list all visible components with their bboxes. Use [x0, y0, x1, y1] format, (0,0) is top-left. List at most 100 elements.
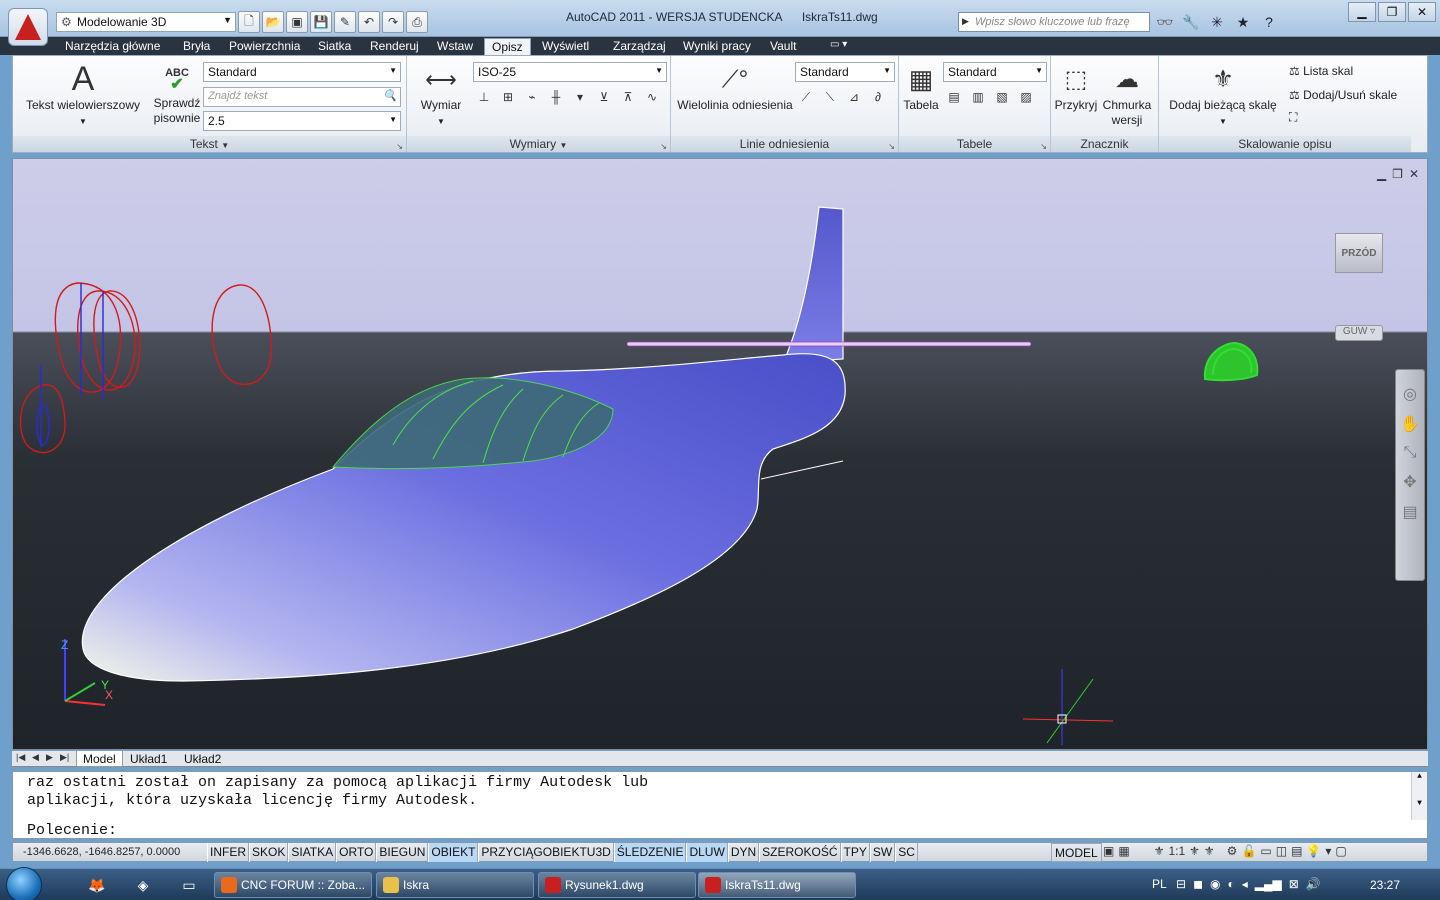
start-button[interactable] — [6, 867, 42, 900]
toggle-ortho[interactable]: ORTO — [336, 843, 377, 862]
toggle-3dosnap[interactable]: PRZYCIĄGOBIEKTU3D — [478, 843, 614, 862]
toggle-lineweight[interactable]: SZEROKOŚĆ — [759, 843, 841, 862]
taskbar-item-iskrats11[interactable]: IskraTs11.dwg — [698, 872, 856, 898]
media-icon[interactable]: ◐ — [1228, 877, 1235, 891]
binoculars-icon[interactable]: 👓 — [1154, 12, 1176, 32]
tab-annotate[interactable]: Opisz — [484, 38, 531, 55]
language-indicator[interactable]: PL — [1152, 877, 1167, 891]
mleader-style-select[interactable]: Standard ▼ — [795, 62, 895, 82]
dim-update-icon[interactable]: ⊻ — [593, 86, 615, 108]
performance-icon[interactable]: ▤ — [1291, 844, 1302, 858]
toggle-osnap[interactable]: OBIEKT — [428, 843, 479, 862]
application-menu-button[interactable] — [8, 8, 48, 46]
toggle-ducs[interactable]: DLUW — [686, 843, 728, 862]
dim-jog-icon[interactable]: ⌁ — [521, 86, 543, 108]
dialog-launcher-icon[interactable]: ↘ — [1040, 142, 1047, 151]
toggle-sc[interactable]: SC — [895, 843, 918, 862]
panel-label-text[interactable]: Tekst ▼ ↘ — [13, 136, 406, 152]
tab-view[interactable]: Wyświetl — [542, 38, 589, 55]
dialog-launcher-icon[interactable]: ↘ — [396, 142, 403, 151]
annotation-visibility-icon[interactable]: ⚜ — [1189, 844, 1200, 858]
collect-leader-icon[interactable]: ∂ — [867, 86, 889, 108]
status-menu-icon[interactable]: ▾ — [1325, 844, 1331, 858]
toggle-qp[interactable]: SW — [869, 843, 896, 862]
tab-solid[interactable]: Bryła — [183, 38, 210, 55]
workspace-switch-icon[interactable]: ⚙ — [1227, 844, 1238, 858]
find-text-input[interactable]: Znajdź tekst 🔍 — [203, 87, 401, 107]
link-data-icon[interactable]: ▥ — [967, 86, 989, 108]
tab-home[interactable]: Narzędzia główne — [65, 38, 160, 55]
panel-label-dimensions[interactable]: Wymiary ▼ ↘ — [407, 136, 670, 152]
add-current-scale-button[interactable]: ⚜ Dodaj bieżącą skalę ▼ — [1165, 62, 1281, 129]
tab-render[interactable]: Renderuj — [370, 38, 419, 55]
last-layout-icon[interactable]: ▶| — [60, 752, 69, 763]
table-style-select[interactable]: Standard ▼ — [943, 62, 1047, 82]
app-launcher-icon[interactable]: ◈ — [132, 875, 154, 895]
usb-icon[interactable]: ⊟ — [1176, 877, 1186, 891]
close-icon[interactable]: ✕ — [1408, 2, 1436, 22]
command-line[interactable]: raz ostatni został on zapisany za pomocą… — [12, 771, 1428, 839]
dim-style-select[interactable]: ISO-25 ▼ — [473, 62, 667, 82]
minimize-icon[interactable]: ▁ — [1348, 2, 1376, 22]
table-button[interactable]: ▦ Tabela — [901, 62, 941, 113]
tab-model[interactable]: Model — [76, 751, 123, 767]
toggle-snap[interactable]: SKOK — [249, 843, 289, 862]
align-leader-icon[interactable]: ⊿ — [843, 86, 865, 108]
network-icon[interactable]: ⊠ — [1289, 877, 1299, 891]
scale-list-button[interactable]: ⚖ Lista skal — [1289, 64, 1353, 79]
pan-hand-icon[interactable]: ✋ — [1400, 414, 1420, 434]
annotation-scale[interactable]: 1:1 — [1168, 844, 1185, 858]
star-icon[interactable]: ★ — [1232, 12, 1254, 32]
volume-icon[interactable]: 🔊 — [1306, 877, 1321, 891]
dialog-launcher-icon[interactable]: ↘ — [888, 142, 895, 151]
dim-override-icon[interactable]: ⊼ — [617, 86, 639, 108]
search-input[interactable]: ▶ Wpisz słowo kluczowe lub frazę — [958, 12, 1150, 32]
model-space-button[interactable]: MODEL — [1051, 843, 1102, 862]
taskbar-item-firefox[interactable]: CNC FORUM :: Zoba... — [214, 872, 372, 898]
add-remove-scales-button[interactable]: ⚖ Dodaj/Usuń skale — [1289, 88, 1397, 103]
open-icon[interactable]: 📂 — [262, 11, 284, 33]
tab-insert[interactable]: Wstaw — [437, 38, 473, 55]
dim-space-icon[interactable]: ⊞ — [497, 86, 519, 108]
new-icon[interactable]: 🗋 — [238, 11, 260, 33]
quick-view-layouts-icon[interactable]: ▣ — [1103, 844, 1114, 858]
wipeout-button[interactable]: ⬚ Przykryj — [1053, 62, 1099, 113]
help-icon[interactable]: ? — [1258, 12, 1280, 32]
command-prompt[interactable]: Polecenie: — [27, 822, 117, 839]
maximize-icon[interactable]: ❐ — [1378, 2, 1406, 22]
taskbar-item-folder[interactable]: Iskra — [376, 872, 534, 898]
showmotion-icon[interactable]: ▤ — [1402, 502, 1417, 522]
add-leader-icon[interactable]: ⟋ — [795, 86, 817, 108]
workspace-dropdown[interactable]: ⚙ Modelowanie 3D ▼ — [56, 12, 236, 32]
dialog-launcher-icon[interactable]: ↘ — [660, 142, 667, 151]
revision-cloud-button[interactable]: ☁ Chmurka wersji — [1099, 62, 1155, 128]
text-style-select[interactable]: Standard ▼ — [203, 62, 401, 82]
clean-screen-icon[interactable]: ▢ — [1335, 844, 1346, 858]
lock-icon[interactable]: 🔓 — [1241, 844, 1256, 858]
sync-scale-button[interactable]: ⛶ — [1289, 110, 1297, 125]
mtext-button[interactable]: A Tekst wielowierszowy ▼ — [23, 62, 143, 129]
text-height-select[interactable]: 2.5 ▼ — [203, 111, 401, 131]
extract-data-icon[interactable]: ▤ — [943, 86, 965, 108]
dim-break-icon[interactable]: ⊥ — [473, 86, 495, 108]
toggle-grid[interactable]: SIATKA — [288, 843, 337, 862]
tab-output[interactable]: Wyniki pracy — [683, 38, 751, 55]
edit-icon[interactable]: ✎ — [334, 11, 356, 33]
quick-view-drawings-icon[interactable]: ▦ — [1118, 844, 1129, 858]
dimension-button[interactable]: ⟷ Wymiar ▼ — [411, 62, 471, 129]
zoom-icon[interactable]: ⤡ — [1404, 444, 1417, 462]
ribbon-minimize-icon[interactable]: ▭ ▾ — [830, 38, 847, 55]
lightbulb-icon[interactable]: 💡 — [1306, 844, 1321, 858]
panel-label-leaders[interactable]: Linie odniesienia ↘ — [671, 136, 898, 152]
command-scrollbar[interactable]: ▲ ▼ — [1411, 772, 1427, 820]
dim-more-icon[interactable]: ▾ — [569, 86, 591, 108]
drawing-viewport[interactable]: ▁ ❐ ✕ Z Y X PRZÓD GUW ▿ ◎ ✋ ⤡ ✥ ▤ — [12, 158, 1428, 750]
first-layout-icon[interactable]: |◀ — [16, 752, 25, 763]
tab-mesh[interactable]: Siatka — [318, 38, 351, 55]
tab-layout2[interactable]: Układ2 — [178, 751, 227, 767]
redo-icon[interactable]: ↷ — [382, 11, 404, 33]
clock[interactable]: 23:27 — [1370, 878, 1400, 892]
wrench-icon[interactable]: 🔧 — [1180, 12, 1202, 32]
upload-icon[interactable]: ▨ — [1015, 86, 1037, 108]
save-as-icon[interactable]: ▣ — [286, 11, 308, 33]
